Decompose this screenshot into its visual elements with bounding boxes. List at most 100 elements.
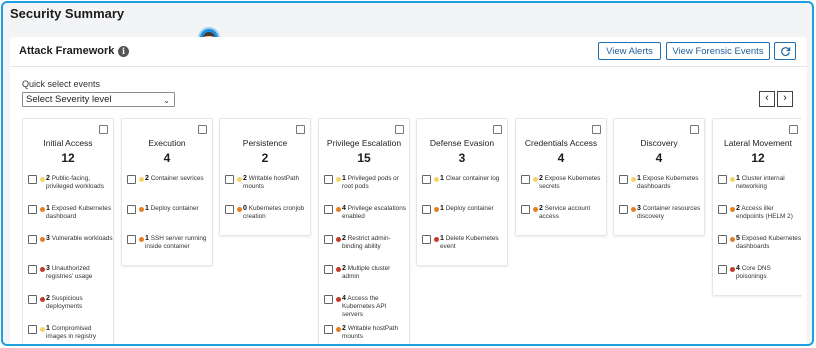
severity-dot-icon [40, 207, 45, 212]
event-count: 2 [46, 175, 50, 182]
event-item[interactable]: 3 Unauthorized registries' usage [23, 265, 113, 295]
event-checkbox[interactable] [422, 175, 431, 184]
tactic-title: Privilege Escalation [326, 138, 402, 148]
event-checkbox[interactable] [324, 235, 333, 244]
event-label: Container sevrices [150, 175, 204, 182]
event-item[interactable]: 2 Restrict admin-binding ability [319, 235, 409, 265]
event-item[interactable]: 2 Multiple cluster admin [319, 265, 409, 295]
event-checkbox[interactable] [718, 265, 727, 274]
event-item[interactable]: 5 Exposed Kubernetes dashboards [713, 235, 802, 265]
event-checkbox[interactable] [718, 235, 727, 244]
event-count: 4 [736, 265, 740, 272]
tactic-checkbox[interactable] [296, 125, 305, 134]
tactic-card: Lateral Movement 12 1 Cluster internal net… [712, 118, 802, 296]
event-item[interactable]: 1 Clear container log [417, 175, 507, 205]
event-item[interactable]: 2 Service account access [516, 205, 606, 235]
event-checkbox[interactable] [127, 205, 136, 214]
event-label: Delete Kubernetes event [440, 235, 499, 250]
tactic-checkbox[interactable] [592, 125, 601, 134]
event-item[interactable]: 4 Privilege escalations enabled [319, 205, 409, 235]
event-item[interactable]: 1 Deploy container [417, 205, 507, 235]
event-checkbox[interactable] [521, 175, 530, 184]
event-checkbox[interactable] [619, 205, 628, 214]
severity-dot-icon [237, 177, 242, 182]
event-checkbox[interactable] [28, 295, 37, 304]
event-item[interactable]: 3 Vulnerable workloads [23, 235, 113, 265]
event-count: 1 [145, 235, 149, 242]
event-checkbox[interactable] [422, 235, 431, 244]
event-checkbox[interactable] [324, 205, 333, 214]
info-icon[interactable]: i [118, 46, 129, 57]
tactic-checkbox[interactable] [99, 125, 108, 134]
event-label: Exposed Kubernetes dashboards [736, 235, 802, 250]
event-item[interactable]: 1 Privileged pods or root pods [319, 175, 409, 205]
severity-dot-icon [730, 267, 735, 272]
event-label: Container resources discovery [637, 205, 701, 220]
event-item[interactable]: 2 Container sevrices [122, 175, 212, 205]
view-alerts-button[interactable]: View Alerts [598, 42, 661, 60]
tactic-card: Discovery 4 1 Expose Kubernetes dashboards… [613, 118, 705, 236]
event-checkbox[interactable] [422, 205, 431, 214]
event-item[interactable]: 4 Access the Kubernetes API servers [319, 295, 409, 325]
event-label: SSH server running inside container [145, 235, 207, 250]
event-count: 1 [736, 175, 740, 182]
tactic-checkbox[interactable] [198, 125, 207, 134]
event-count: 1 [342, 175, 346, 182]
event-checkbox[interactable] [28, 205, 37, 214]
event-label: Access the Kubernetes API servers [342, 295, 387, 318]
event-item[interactable]: 1 SSH server running inside container [122, 235, 212, 265]
severity-dot-icon [336, 207, 341, 212]
event-item[interactable]: 1 Cluster internal networking [713, 175, 802, 205]
event-label: Expose Kubernetes dashboards [637, 175, 699, 190]
event-checkbox[interactable] [324, 295, 333, 304]
event-checkbox[interactable] [521, 205, 530, 214]
event-item[interactable]: 1 Expose Kubernetes dashboards [614, 175, 704, 205]
event-item[interactable]: 2 Access iller endpoints (HELM 2) [713, 205, 802, 235]
event-item[interactable]: 3 Container resources discovery [614, 205, 704, 235]
view-forensic-events-button[interactable]: View Forensic Events [666, 42, 770, 60]
event-count: 3 [637, 205, 641, 212]
tactic-count: 2 [261, 151, 269, 165]
event-checkbox[interactable] [28, 265, 37, 274]
event-checkbox[interactable] [718, 175, 727, 184]
event-checkbox[interactable] [127, 235, 136, 244]
tactic-card: Defense Evasion 3 1 Clear container log 1 D… [416, 118, 508, 266]
event-checkbox[interactable] [718, 205, 727, 214]
severity-dot-icon [336, 267, 341, 272]
event-count: 1 [440, 175, 444, 182]
event-checkbox[interactable] [28, 235, 37, 244]
event-count: 1 [637, 175, 641, 182]
event-item[interactable]: 1 Exposed Kubernetes dashboard [23, 205, 113, 235]
event-checkbox[interactable] [28, 325, 37, 334]
event-item[interactable]: 2 Writable hostPath mounts [220, 175, 310, 205]
severity-dot-icon [40, 267, 45, 272]
event-item[interactable]: 2 Expose Kubernetes secrets [516, 175, 606, 205]
event-item[interactable]: 1 Delete Kubernetes event [417, 235, 507, 265]
event-checkbox[interactable] [324, 325, 333, 334]
event-item[interactable]: 2 Suspicious deployments [23, 295, 113, 325]
tactic-checkbox[interactable] [690, 125, 699, 134]
tactic-checkbox[interactable] [395, 125, 404, 134]
severity-dot-icon [40, 327, 45, 332]
refresh-button[interactable] [774, 42, 796, 60]
event-checkbox[interactable] [619, 175, 628, 184]
event-checkbox[interactable] [225, 175, 234, 184]
tactic-checkbox[interactable] [789, 125, 798, 134]
event-checkbox[interactable] [127, 175, 136, 184]
event-item[interactable]: 4 Core DNS poisonings [713, 265, 802, 295]
event-checkbox[interactable] [28, 175, 37, 184]
panel-title: Attack Framework [19, 45, 115, 57]
next-page-button[interactable]: › [777, 91, 793, 107]
event-label: Service account access [539, 205, 591, 220]
prev-page-button[interactable]: ‹ [759, 91, 775, 107]
tactic-checkbox[interactable] [493, 125, 502, 134]
event-item[interactable]: 2 Writable hostPath mounts [319, 325, 409, 344]
event-item[interactable]: 1 Compromised images in registry [23, 325, 113, 344]
severity-select[interactable]: Select Severity level ⌄ [22, 92, 175, 107]
event-checkbox[interactable] [324, 175, 333, 184]
event-item[interactable]: 0 Kubernetes cronjob creation [220, 205, 310, 235]
event-item[interactable]: 1 Deploy container [122, 205, 212, 235]
event-item[interactable]: 2 Public-facing, privileged workloads [23, 175, 113, 205]
event-checkbox[interactable] [324, 265, 333, 274]
event-checkbox[interactable] [225, 205, 234, 214]
